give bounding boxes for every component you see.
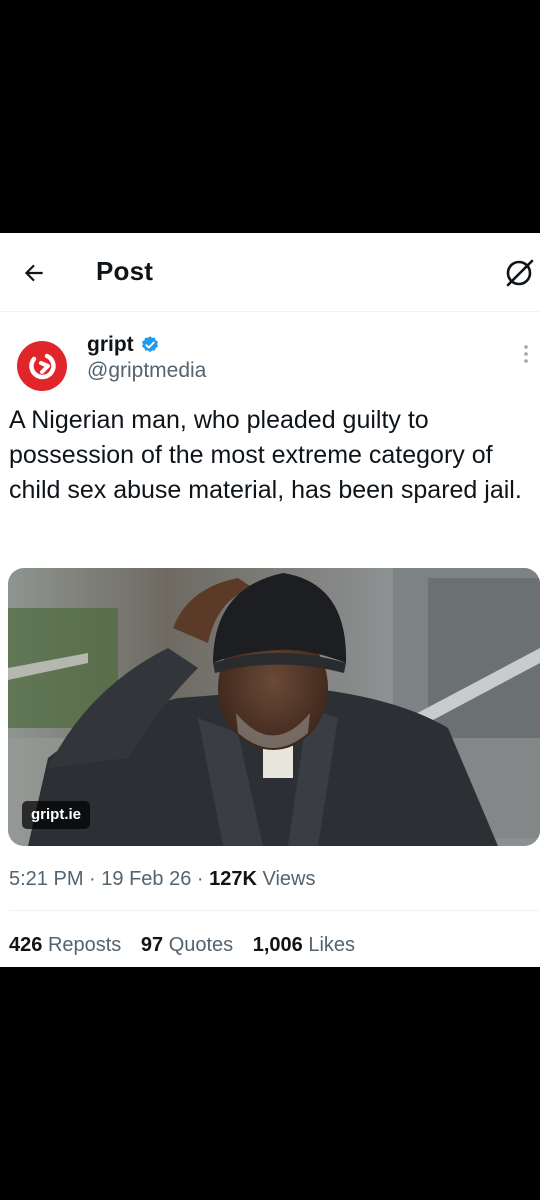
arrow-left-icon [24, 264, 43, 282]
tweet-time: 5:21 PM [9, 868, 84, 890]
likes-label: Likes [308, 934, 356, 956]
reposts-count: 426 [9, 934, 43, 956]
post-header: Post [0, 233, 540, 312]
gript-logo-icon [17, 341, 67, 391]
likes-stat[interactable]: 1,006 Likes [253, 934, 355, 956]
author-name[interactable]: gript [87, 333, 160, 357]
post-card: Post gript @griptmedia A Nigerian man, w… [0, 233, 540, 967]
back-button[interactable] [14, 253, 54, 293]
verified-badge-icon [141, 336, 158, 353]
media-watermark: gript.ie [22, 801, 91, 829]
meta-separator: · [89, 868, 102, 890]
author-avatar[interactable] [15, 339, 69, 393]
tweet-date: 19 Feb 26 [101, 868, 192, 890]
more-vertical-icon [524, 345, 528, 363]
engagement-stats: 426 Reposts 97 Quotes 1,006 Likes [9, 934, 369, 957]
views-label: Views [262, 868, 316, 890]
grok-icon [506, 259, 534, 287]
author-handle[interactable]: @griptmedia [87, 359, 206, 383]
grok-button[interactable] [500, 252, 540, 292]
author-name-text: gript [87, 333, 134, 356]
quotes-count: 97 [140, 934, 164, 956]
meta-separator: · [196, 868, 210, 890]
divider [9, 910, 540, 911]
quotes-stat[interactable]: 97 Quotes [141, 934, 239, 956]
likes-count: 1,006 [252, 934, 303, 956]
page-title: Post [96, 256, 154, 286]
tweet-meta: 5:21 PM · 19 Feb 26 · 127K Views [9, 868, 316, 891]
reposts-stat[interactable]: 426 Reposts [9, 934, 127, 956]
tweet-text: A Nigerian man, who pleaded guilty to po… [9, 406, 522, 504]
reposts-label: Reposts [47, 934, 122, 956]
more-options-button[interactable] [514, 339, 538, 369]
views-count: 127K [209, 868, 257, 890]
quotes-label: Quotes [168, 934, 234, 956]
